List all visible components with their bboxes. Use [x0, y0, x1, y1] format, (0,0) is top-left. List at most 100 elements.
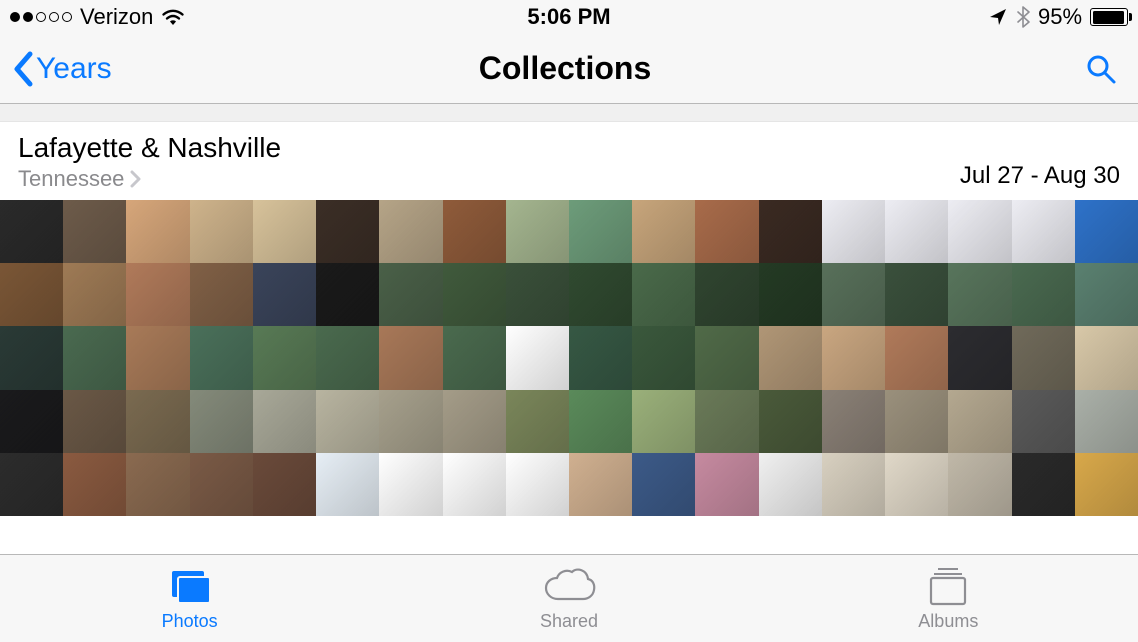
photo-thumbnail[interactable] — [190, 263, 253, 326]
photo-thumbnail[interactable] — [885, 390, 948, 453]
photo-thumbnail[interactable] — [316, 453, 379, 516]
photo-thumbnail[interactable] — [253, 453, 316, 516]
photo-thumbnail[interactable] — [443, 390, 506, 453]
photo-thumbnail[interactable] — [63, 453, 126, 516]
photo-thumbnail[interactable] — [316, 200, 379, 263]
tab-photos[interactable]: Photos — [0, 555, 379, 642]
photo-thumbnail[interactable] — [63, 326, 126, 389]
photo-thumbnail[interactable] — [0, 200, 63, 263]
tab-shared[interactable]: Shared — [379, 555, 758, 642]
chevron-left-icon — [12, 50, 34, 88]
battery-icon — [1090, 8, 1128, 26]
photo-thumbnail[interactable] — [1075, 453, 1138, 516]
photo-thumbnail[interactable] — [1012, 390, 1075, 453]
photo-thumbnail[interactable] — [443, 200, 506, 263]
photo-thumbnail[interactable] — [632, 200, 695, 263]
photo-thumbnail[interactable] — [126, 326, 189, 389]
photo-thumbnail[interactable] — [253, 200, 316, 263]
collection-header[interactable]: Lafayette & Nashville Tennessee Jul 27 -… — [0, 122, 1138, 200]
photo-thumbnail[interactable] — [885, 326, 948, 389]
photo-thumbnail[interactable] — [190, 390, 253, 453]
photo-thumbnail[interactable] — [632, 326, 695, 389]
nav-bar: Years Collections — [0, 34, 1138, 104]
tab-albums[interactable]: Albums — [759, 555, 1138, 642]
photo-thumbnail[interactable] — [0, 390, 63, 453]
photo-thumbnail[interactable] — [63, 390, 126, 453]
photo-thumbnail[interactable] — [190, 326, 253, 389]
photo-thumbnail[interactable] — [759, 453, 822, 516]
photo-thumbnail[interactable] — [822, 263, 885, 326]
photo-thumbnail[interactable] — [1075, 200, 1138, 263]
photo-thumbnail[interactable] — [569, 326, 632, 389]
photo-thumbnail[interactable] — [506, 200, 569, 263]
photo-thumbnail[interactable] — [632, 453, 695, 516]
photo-thumbnail[interactable] — [948, 200, 1011, 263]
photo-thumbnail[interactable] — [126, 263, 189, 326]
photo-thumbnail[interactable] — [316, 390, 379, 453]
photo-thumbnail[interactable] — [443, 453, 506, 516]
search-button[interactable] — [1084, 52, 1118, 86]
photo-thumbnail[interactable] — [948, 263, 1011, 326]
photo-thumbnail[interactable] — [948, 390, 1011, 453]
photo-thumbnail[interactable] — [759, 200, 822, 263]
photo-thumbnail[interactable] — [569, 453, 632, 516]
photo-thumbnail[interactable] — [695, 200, 758, 263]
photo-thumbnail[interactable] — [1075, 390, 1138, 453]
photo-thumbnail[interactable] — [632, 263, 695, 326]
photo-thumbnail[interactable] — [0, 326, 63, 389]
photo-thumbnail[interactable] — [0, 453, 63, 516]
photo-thumbnail[interactable] — [569, 390, 632, 453]
photo-thumbnail[interactable] — [948, 326, 1011, 389]
photo-thumbnail[interactable] — [126, 200, 189, 263]
photo-thumbnail[interactable] — [443, 263, 506, 326]
photo-thumbnail[interactable] — [1012, 326, 1075, 389]
photo-thumbnail[interactable] — [822, 390, 885, 453]
photo-thumbnail[interactable] — [506, 263, 569, 326]
photo-thumbnail[interactable] — [379, 453, 442, 516]
photo-thumbnail[interactable] — [569, 263, 632, 326]
photo-thumbnail[interactable] — [822, 200, 885, 263]
photo-thumbnail[interactable] — [759, 326, 822, 389]
photo-thumbnail[interactable] — [1012, 263, 1075, 326]
photo-thumbnail[interactable] — [695, 390, 758, 453]
photo-thumbnail[interactable] — [759, 263, 822, 326]
photos-tab-icon — [166, 565, 214, 609]
photo-thumbnail[interactable] — [253, 263, 316, 326]
photo-thumbnail[interactable] — [443, 326, 506, 389]
photo-thumbnail[interactable] — [190, 453, 253, 516]
photo-thumbnail[interactable] — [632, 390, 695, 453]
photo-thumbnail[interactable] — [695, 263, 758, 326]
photo-thumbnail[interactable] — [126, 390, 189, 453]
photo-thumbnail[interactable] — [316, 263, 379, 326]
photo-thumbnail[interactable] — [822, 326, 885, 389]
photo-thumbnail[interactable] — [190, 200, 253, 263]
photo-thumbnail[interactable] — [253, 326, 316, 389]
photo-thumbnail[interactable] — [695, 326, 758, 389]
photo-thumbnail[interactable] — [885, 263, 948, 326]
photo-thumbnail[interactable] — [506, 453, 569, 516]
photo-thumbnail[interactable] — [63, 263, 126, 326]
photo-thumbnail[interactable] — [0, 263, 63, 326]
photo-thumbnail[interactable] — [885, 200, 948, 263]
photo-thumbnail[interactable] — [695, 453, 758, 516]
photo-thumbnail[interactable] — [316, 326, 379, 389]
photo-thumbnail[interactable] — [379, 200, 442, 263]
photo-thumbnail[interactable] — [63, 200, 126, 263]
photo-thumbnail[interactable] — [379, 326, 442, 389]
photo-thumbnail[interactable] — [126, 453, 189, 516]
photo-thumbnail[interactable] — [1012, 453, 1075, 516]
back-button[interactable]: Years — [12, 50, 381, 88]
photo-thumbnail[interactable] — [759, 390, 822, 453]
photo-thumbnail[interactable] — [569, 200, 632, 263]
photo-thumbnail[interactable] — [948, 453, 1011, 516]
photo-thumbnail[interactable] — [1075, 326, 1138, 389]
photo-thumbnail[interactable] — [885, 453, 948, 516]
photo-thumbnail[interactable] — [506, 390, 569, 453]
photo-thumbnail[interactable] — [379, 263, 442, 326]
photo-thumbnail[interactable] — [822, 453, 885, 516]
photo-thumbnail[interactable] — [253, 390, 316, 453]
photo-thumbnail[interactable] — [1075, 263, 1138, 326]
photo-thumbnail[interactable] — [379, 390, 442, 453]
photo-thumbnail[interactable] — [506, 326, 569, 389]
photo-thumbnail[interactable] — [1012, 200, 1075, 263]
